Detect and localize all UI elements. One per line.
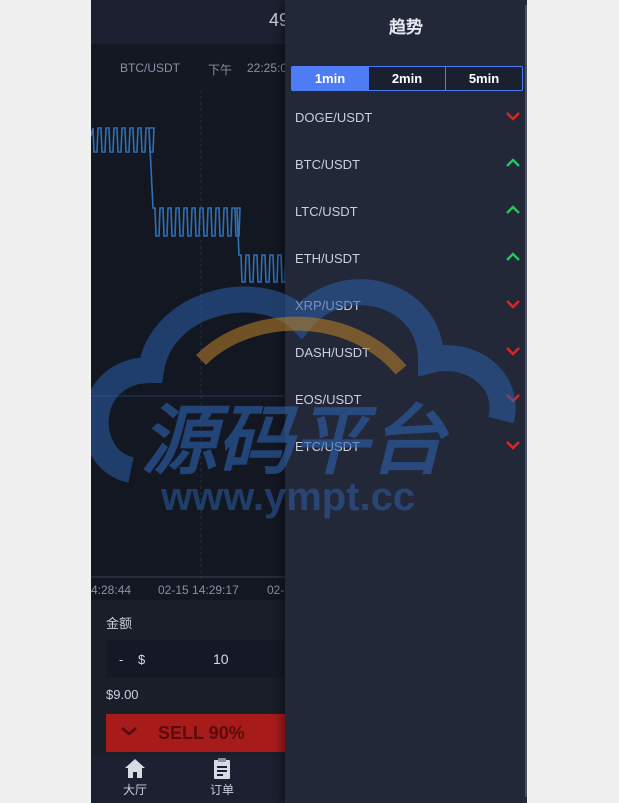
trend-down-icon	[505, 390, 521, 406]
trend-up-icon	[505, 249, 521, 265]
interval-1min[interactable]: 1min	[292, 67, 368, 90]
home-icon	[105, 757, 165, 781]
x-tick-label: 02-	[267, 583, 285, 597]
trend-up-icon	[505, 202, 521, 218]
pair-name: EOS/USDT	[295, 392, 362, 407]
pair-name: BTC/USDT	[295, 157, 360, 172]
pair-row[interactable]: XRP/USDT	[285, 298, 527, 345]
pair-row[interactable]: ETC/USDT	[285, 439, 527, 486]
pair-row[interactable]: LTC/USDT	[285, 204, 527, 251]
pair-name: ETC/USDT	[295, 439, 360, 454]
x-tick-label: 4:28:44	[91, 583, 132, 597]
tab-label: 大厅	[122, 783, 147, 797]
clipboard-icon	[192, 757, 252, 781]
app-window: 49 BTC/USDT 下午 22:25:0 4:28:44 02-15 14:…	[91, 0, 527, 803]
drawer-title: 趋势	[389, 18, 423, 37]
interval-2min[interactable]: 2min	[368, 67, 445, 90]
price-line	[91, 127, 287, 283]
trend-down-icon	[505, 108, 521, 124]
trend-down-icon	[505, 437, 521, 453]
scrollbar[interactable]	[525, 5, 527, 797]
trend-drawer: 趋势 1min 2min 5min DOGE/USDT BTC/USDT LTC/U…	[285, 0, 527, 803]
pair-row[interactable]: DASH/USDT	[285, 345, 527, 392]
amount-input[interactable]: - $ 10	[106, 640, 286, 678]
pair-name: ETH/USDT	[295, 251, 360, 266]
currency-symbol: $	[138, 652, 146, 667]
time-ampm: 下午	[208, 63, 233, 77]
x-tick-label: 02-15 14:29:17	[158, 583, 239, 597]
pair-row[interactable]: EOS/USDT	[285, 392, 527, 439]
amount-label: 金额	[106, 616, 133, 631]
decrease-amount-button[interactable]: -	[119, 652, 123, 667]
sell-button-label: SELL 90%	[158, 723, 245, 743]
pair-row[interactable]: ETH/USDT	[285, 251, 527, 298]
pair-name: XRP/USDT	[295, 298, 361, 313]
pair-row[interactable]: DOGE/USDT	[285, 110, 527, 157]
pair-name: LTC/USDT	[295, 204, 358, 219]
fee-amount: $9.00	[106, 687, 139, 702]
trend-down-icon	[505, 296, 521, 312]
chevron-down-icon	[120, 722, 138, 745]
sell-button[interactable]: SELL 90%	[106, 714, 296, 752]
current-pair[interactable]: BTC/USDT	[120, 61, 180, 75]
pair-name: DOGE/USDT	[295, 110, 373, 125]
tab-hall[interactable]: 大厅	[105, 757, 165, 798]
interval-5min[interactable]: 5min	[445, 67, 522, 90]
tab-label: 订单	[209, 783, 234, 797]
trend-down-icon	[505, 343, 521, 359]
current-time: 22:25:0	[247, 61, 288, 75]
pair-name: DASH/USDT	[295, 345, 371, 360]
interval-selector: 1min 2min 5min	[291, 66, 523, 91]
pair-row[interactable]: BTC/USDT	[285, 157, 527, 204]
trend-up-icon	[505, 155, 521, 171]
tab-orders[interactable]: 订单	[192, 757, 252, 798]
amount-value[interactable]: 10	[213, 651, 229, 667]
